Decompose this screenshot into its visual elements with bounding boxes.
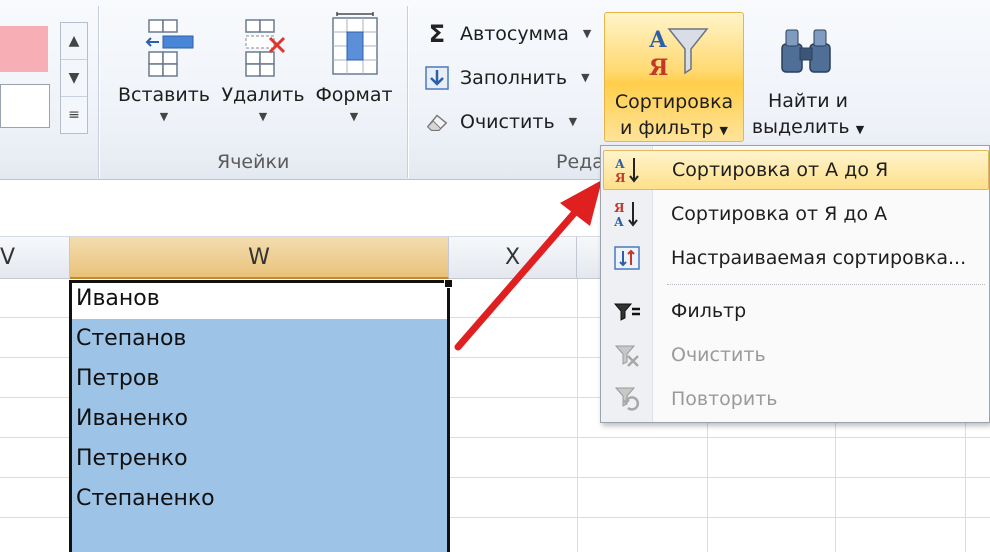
menu-item-label: Повторить	[671, 388, 778, 410]
editing-group-label: Реда	[556, 151, 604, 173]
menu-item-custom-sort[interactable]: Настраиваемая сортировка...	[603, 238, 989, 278]
gridline	[0, 317, 70, 318]
styles-gallery-scroller[interactable]: ▲ ▼ ≡	[60, 22, 88, 134]
menu-item-sort-z-to-a[interactable]: Я А Сортировка от Я до А	[603, 194, 989, 234]
gridline	[449, 437, 990, 438]
gridline	[449, 517, 990, 518]
cell-style-swatch-normal[interactable]	[0, 84, 50, 128]
find-and-select-button[interactable]: Найти и выделить ▼	[748, 12, 868, 142]
sort-filter-icon: А Я	[645, 19, 711, 85]
custom-sort-icon	[603, 243, 651, 273]
delete-label: Удалить	[221, 84, 305, 106]
chevron-down-icon: ▼	[349, 110, 359, 123]
menu-item-sort-a-to-z[interactable]: А Я Сортировка от А до Я	[603, 150, 989, 190]
menu-item-clear-filter[interactable]: Очистить	[603, 335, 989, 375]
insert-button[interactable]: Вставить ▼	[112, 12, 216, 126]
delete-button[interactable]: Удалить ▼	[218, 12, 308, 126]
chevron-down-icon: ▼	[568, 115, 578, 128]
chevron-down-icon: ▼	[258, 110, 268, 123]
svg-text:Я: Я	[615, 171, 626, 185]
chevron-down-icon: ▼	[855, 123, 865, 136]
find-select-label-line1: Найти и	[767, 90, 849, 112]
clear-label: Очистить	[460, 111, 555, 133]
sort-z-to-a-icon: Я А	[603, 199, 651, 229]
cells-group-label: Ячейки	[217, 151, 290, 173]
reapply-filter-icon	[603, 384, 651, 414]
gridline	[0, 357, 70, 358]
gallery-more-icon[interactable]: ≡	[61, 97, 87, 134]
menu-item-label: Сортировка от А до Я	[672, 159, 889, 181]
format-cells-icon	[310, 12, 398, 82]
column-header-v[interactable]: V	[0, 237, 70, 279]
menu-separator	[667, 284, 985, 285]
menu-item-label: Настраиваемая сортировка...	[671, 247, 967, 269]
svg-text:А: А	[615, 157, 625, 171]
gridline	[449, 477, 990, 478]
binoculars-icon	[776, 22, 836, 82]
menu-item-label: Сортировка от Я до А	[671, 203, 888, 225]
menu-item-label: Фильтр	[671, 300, 747, 322]
chevron-down-icon: ▼	[581, 71, 590, 84]
column-header-w[interactable]: W	[70, 237, 449, 279]
sigma-icon: Σ	[428, 20, 446, 48]
menu-item-filter[interactable]: Фильтр	[603, 291, 989, 331]
scroll-down-icon[interactable]: ▼	[61, 60, 87, 97]
filter-icon	[603, 296, 651, 326]
format-button[interactable]: Формат ▼	[310, 12, 398, 126]
sort-filter-label-line1: Сортировка	[614, 91, 734, 113]
svg-text:Я: Я	[649, 55, 668, 81]
autosum-label: Автосумма	[460, 23, 569, 45]
group-separator	[98, 6, 99, 178]
sort-a-to-z-icon: А Я	[604, 155, 652, 185]
svg-text:А: А	[649, 27, 667, 53]
scroll-up-icon[interactable]: ▲	[61, 23, 87, 60]
gridline	[0, 437, 70, 438]
svg-text:Я: Я	[614, 201, 625, 215]
find-select-label-line2: выделить	[751, 116, 850, 138]
sort-filter-label-line2: и фильтр	[620, 117, 714, 139]
gridline	[0, 397, 70, 398]
fill-down-icon	[424, 65, 450, 91]
chevron-down-icon: ▼	[159, 110, 169, 123]
chevron-down-icon: ▼	[582, 27, 592, 40]
sort-and-filter-button[interactable]: А Я Сортировка и фильтр ▼	[604, 12, 744, 142]
eraser-icon	[424, 109, 450, 135]
autosum-button[interactable]: Σ Автосумма ▼	[424, 18, 592, 50]
format-label: Формат	[315, 84, 393, 106]
clear-filter-icon	[603, 340, 651, 370]
insert-cells-icon	[112, 12, 216, 82]
cell-style-swatch[interactable]	[0, 26, 48, 72]
gridline	[577, 279, 578, 552]
column-header-x[interactable]: X	[449, 237, 577, 279]
chevron-down-icon: ▼	[719, 124, 728, 137]
gridline	[0, 517, 70, 518]
gridline	[0, 477, 70, 478]
svg-text:А: А	[614, 215, 624, 229]
delete-cells-icon	[218, 12, 308, 82]
menu-item-reapply[interactable]: Повторить	[603, 379, 989, 419]
menu-item-label: Очистить	[671, 344, 766, 366]
fill-handle[interactable]	[444, 279, 453, 288]
clear-button[interactable]: Очистить ▼	[424, 106, 577, 138]
insert-label: Вставить	[117, 84, 210, 106]
group-separator	[407, 6, 408, 178]
fill-label: Заполнить	[460, 67, 568, 89]
fill-button[interactable]: Заполнить ▼	[424, 62, 590, 94]
sort-filter-menu: А Я Сортировка от А до Я Я А Сортировка …	[600, 145, 990, 423]
selection-border	[69, 280, 450, 552]
